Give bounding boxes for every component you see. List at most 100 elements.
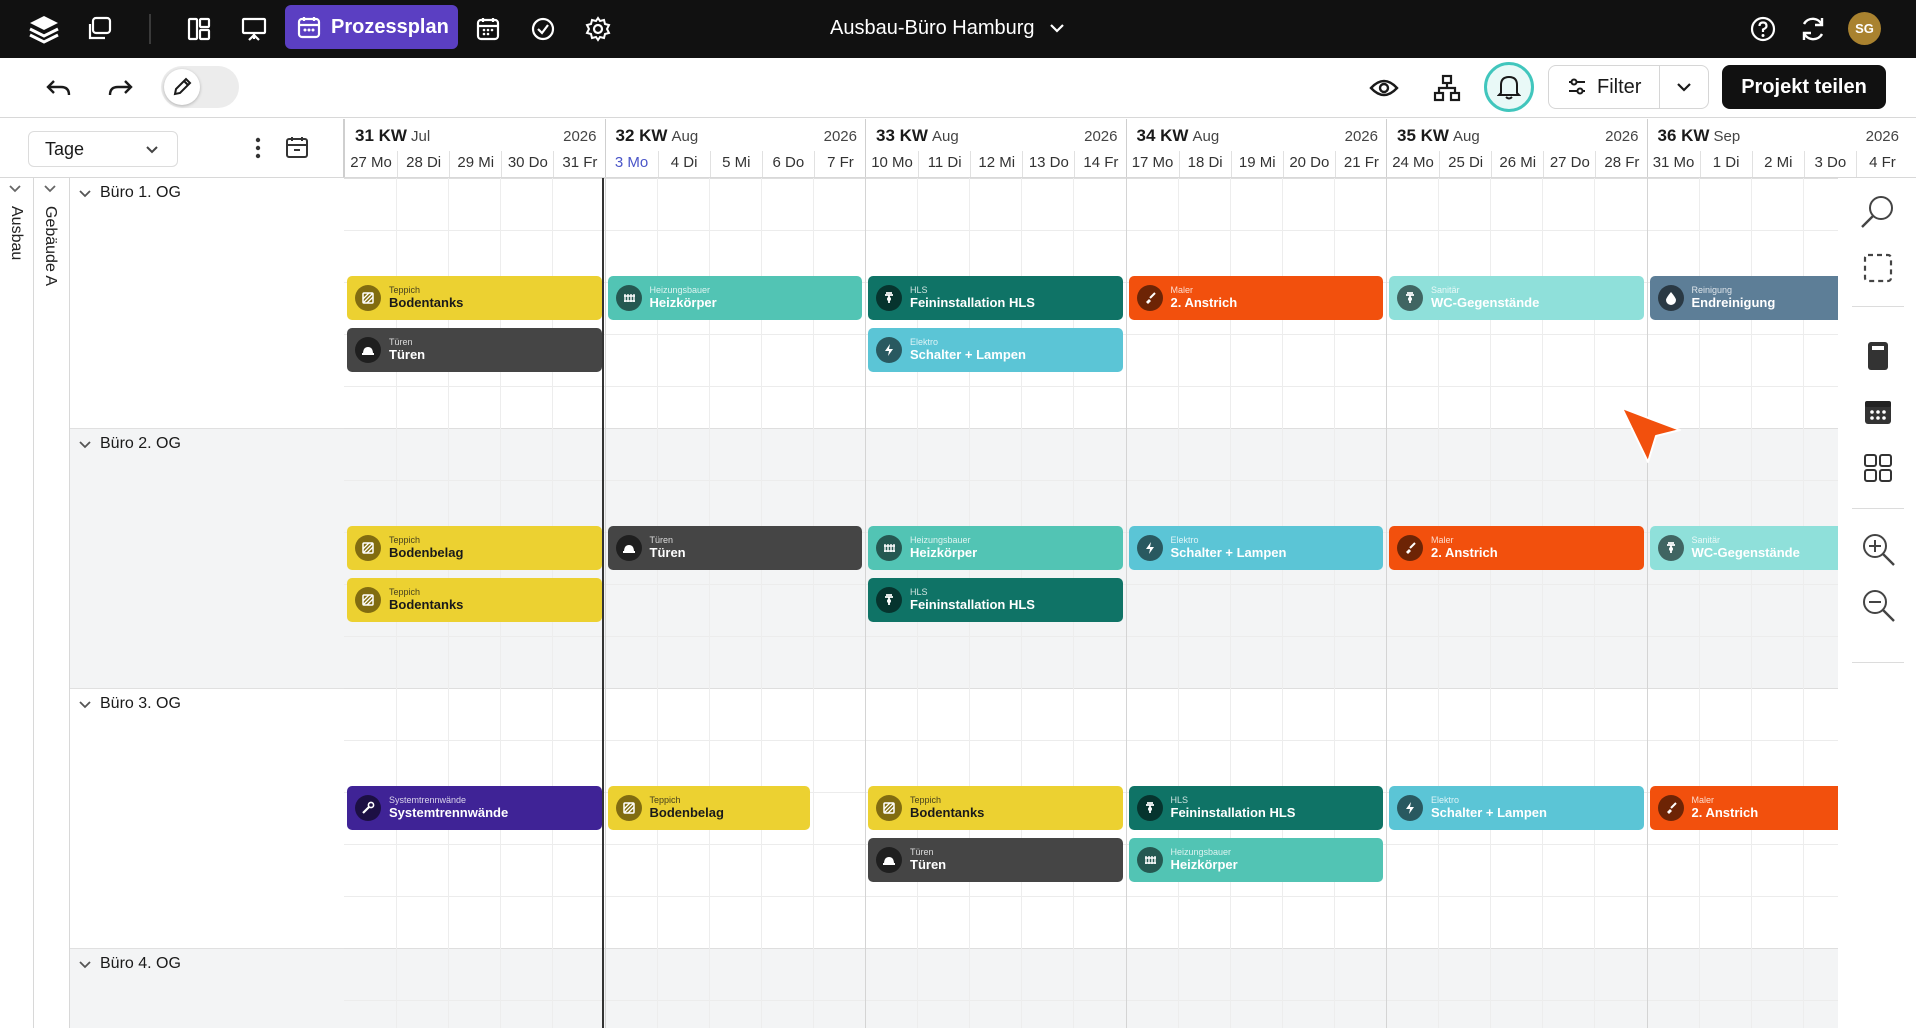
task-bar[interactable]: Elektro Schalter + Lampen xyxy=(1389,786,1644,830)
hierarchy-icon[interactable] xyxy=(1427,68,1467,108)
day-header[interactable]: 17 Mo xyxy=(1127,151,1179,177)
day-header[interactable]: 18 Di xyxy=(1178,151,1231,177)
task-category: Heizungsbauer xyxy=(649,285,711,296)
day-header[interactable]: 19 Mi xyxy=(1230,151,1283,177)
help-icon[interactable] xyxy=(1743,9,1783,49)
eye-icon[interactable] xyxy=(1364,68,1404,108)
task-bar[interactable]: Maler 2. Anstrich xyxy=(1128,276,1383,320)
task-bar[interactable]: Türen Türen xyxy=(607,526,862,570)
day-header[interactable]: 29 Mi xyxy=(449,151,501,177)
day-header[interactable]: 31 Fr xyxy=(553,151,605,177)
layers-icon[interactable] xyxy=(24,9,64,49)
task-bar[interactable]: Maler 2. Anstrich xyxy=(1389,526,1644,570)
more-options-icon[interactable] xyxy=(246,133,270,163)
task-bar[interactable]: Sanitär WC-Gegenstände xyxy=(1649,526,1838,570)
user-avatar[interactable]: SG xyxy=(1848,12,1881,45)
project-selector[interactable]: Ausbau-Büro Hamburg xyxy=(830,0,1065,56)
day-header[interactable]: 27 Mo xyxy=(345,151,397,177)
day-header[interactable]: 3 Mo xyxy=(606,151,658,177)
marquee-select-icon[interactable] xyxy=(1856,246,1900,290)
day-header[interactable]: 13 Do xyxy=(1022,151,1074,177)
day-header[interactable]: 26 Mi xyxy=(1491,151,1543,177)
day-header[interactable]: 4 Fr xyxy=(1855,151,1908,177)
day-header[interactable]: 10 Mo xyxy=(866,151,918,177)
task-bar[interactable]: HLS Feininstallation HLS xyxy=(868,276,1123,320)
zoom-in-icon[interactable] xyxy=(1856,528,1900,572)
task-bar[interactable]: Heizungsbauer Heizkörper xyxy=(1128,838,1383,882)
task-name: Bodentanks xyxy=(910,804,985,820)
day-header[interactable]: 2 Mi xyxy=(1751,151,1804,177)
day-gridline xyxy=(604,178,606,1028)
task-bar[interactable]: HLS Feininstallation HLS xyxy=(1128,786,1383,830)
day-header[interactable]: 11 Di xyxy=(918,151,970,177)
calendar-view-icon[interactable] xyxy=(1856,390,1900,434)
day-header[interactable]: 6 Do xyxy=(761,151,814,177)
search-icon[interactable] xyxy=(1856,190,1900,234)
group-toggle[interactable]: Büro 4. OG xyxy=(78,955,181,973)
task-bar[interactable]: Systemtrennwände Systemtrennwände xyxy=(347,786,602,830)
task-bar[interactable]: Elektro Schalter + Lampen xyxy=(1128,526,1383,570)
sync-icon[interactable] xyxy=(1793,9,1833,49)
day-header[interactable]: 1 Di xyxy=(1699,151,1752,177)
day-header[interactable]: 24 Mo xyxy=(1387,151,1439,177)
chevron-down-icon xyxy=(44,185,56,193)
day-header[interactable]: 30 Do xyxy=(501,151,553,177)
document-icon[interactable] xyxy=(1856,334,1900,378)
group-toggle[interactable]: Büro 3. OG xyxy=(78,695,181,713)
day-header[interactable]: 7 Fr xyxy=(813,151,866,177)
grid-view-icon[interactable] xyxy=(1856,446,1900,490)
day-header[interactable]: 14 Fr xyxy=(1074,151,1126,177)
task-bar[interactable]: Heizungsbauer Heizkörper xyxy=(868,526,1123,570)
day-header[interactable]: 12 Mi xyxy=(970,151,1022,177)
group-toggle[interactable]: Büro 2. OG xyxy=(78,435,181,453)
settings-gear-icon[interactable] xyxy=(578,9,618,49)
hierarchy-level-2-label[interactable]: Gebäude A xyxy=(41,206,59,286)
calendar-grid-icon[interactable] xyxy=(468,9,508,49)
task-bar[interactable]: Teppich Bodentanks xyxy=(347,578,602,622)
hierarchy-level-1-label[interactable]: Ausbau xyxy=(7,206,25,260)
task-category: Systemtrennwände xyxy=(389,795,467,806)
day-header[interactable]: 28 Di xyxy=(397,151,449,177)
task-bar[interactable]: Türen Türen xyxy=(868,838,1123,882)
notifications-bell-button[interactable] xyxy=(1484,62,1534,112)
task-bar[interactable]: Teppich Bodenbelag xyxy=(347,526,602,570)
task-bar[interactable]: Sanitär WC-Gegenstände xyxy=(1389,276,1644,320)
task-bar[interactable]: Türen Türen xyxy=(347,328,602,372)
jump-to-today-icon[interactable] xyxy=(282,132,312,162)
day-header[interactable]: 20 Do xyxy=(1282,151,1335,177)
filter-button[interactable]: Filter xyxy=(1548,65,1660,109)
day-header[interactable]: 28 Fr xyxy=(1595,151,1647,177)
task-bar[interactable]: Maler 2. Anstrich xyxy=(1649,786,1838,830)
day-header[interactable]: 31 Mo xyxy=(1648,151,1700,177)
day-header[interactable]: 27 Do xyxy=(1543,151,1595,177)
day-header[interactable]: 3 Do xyxy=(1803,151,1856,177)
task-bar[interactable]: Reinigung Endreinigung xyxy=(1649,276,1838,320)
task-bar[interactable]: Teppich Bodentanks xyxy=(868,786,1123,830)
zoom-out-icon[interactable] xyxy=(1856,584,1900,628)
task-bar[interactable]: Teppich Bodenbelag xyxy=(607,786,810,830)
presentation-icon[interactable] xyxy=(234,9,274,49)
hierarchy-level-1: Ausbau xyxy=(0,178,34,1028)
task-text: Reinigung Endreinigung xyxy=(1692,285,1776,309)
task-bar[interactable]: HLS Feininstallation HLS xyxy=(868,578,1123,622)
redo-icon[interactable] xyxy=(101,68,141,108)
task-bar[interactable]: Heizungsbauer Heizkörper xyxy=(607,276,862,320)
day-header[interactable]: 25 Di xyxy=(1439,151,1491,177)
day-header[interactable]: 5 Mi xyxy=(709,151,762,177)
check-circle-icon[interactable] xyxy=(523,9,563,49)
day-header[interactable]: 4 Di xyxy=(657,151,710,177)
board-icon[interactable] xyxy=(179,9,219,49)
view-mode-select[interactable]: Tage xyxy=(28,131,178,167)
share-project-button[interactable]: Projekt teilen xyxy=(1722,65,1886,109)
filter-dropdown-button[interactable] xyxy=(1659,65,1709,109)
copy-icon[interactable] xyxy=(79,9,119,49)
day-header[interactable]: 21 Fr xyxy=(1334,151,1387,177)
undo-icon[interactable] xyxy=(38,68,78,108)
group-toggle[interactable]: Büro 1. OG xyxy=(78,184,181,202)
gantt-grid[interactable]: Teppich Bodentanks Türen Türen Heizungsbauer… xyxy=(344,178,1838,1028)
task-text: Systemtrennwände Systemtrennwände xyxy=(389,795,508,819)
task-bar[interactable]: Teppich Bodentanks xyxy=(347,276,602,320)
edit-mode-toggle[interactable] xyxy=(161,66,239,108)
tab-prozessplan[interactable]: Prozessplan xyxy=(285,5,458,49)
task-bar[interactable]: Elektro Schalter + Lampen xyxy=(868,328,1123,372)
